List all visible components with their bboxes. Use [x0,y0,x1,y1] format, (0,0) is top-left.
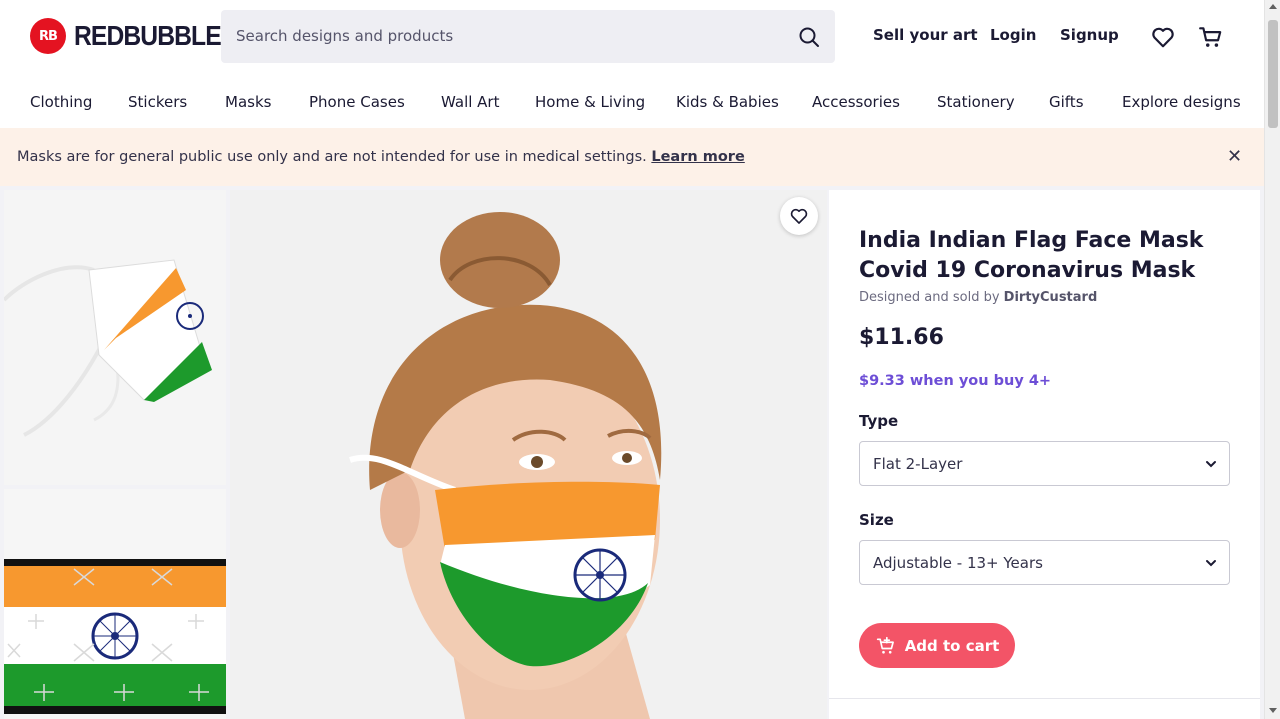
learn-more-link[interactable]: Learn more [651,149,744,165]
nav-item-explore-designs[interactable]: Explore designs [1122,93,1241,111]
search-bar[interactable]: Search designs and products [221,10,835,63]
type-select-value: Flat 2-Layer [873,455,963,473]
signup-link[interactable]: Signup [1060,26,1119,44]
product-title: India Indian Flag Face Mask Covid 19 Cor… [859,228,1204,283]
logo-text: REDBUBBLE [74,20,222,51]
nav-item-gifts[interactable]: Gifts [1049,93,1084,111]
size-select[interactable]: Adjustable - 13+ Years [859,540,1230,585]
artist-byline: Designed and sold by DirtyCustard [859,290,1097,305]
add-to-cart-button[interactable]: Add to cart [859,623,1015,668]
notice-text: Masks are for general public use only an… [17,149,745,165]
cart-icon[interactable] [1198,24,1224,50]
category-nav: Clothing Stickers Masks Phone Cases Wall… [0,86,1264,118]
heart-icon [790,208,808,224]
byline-prefix: Designed and sold by [859,290,1000,305]
notice-message: Masks are for general public use only an… [17,149,647,165]
chevron-down-icon [1206,560,1216,567]
add-to-cart-label: Add to cart [904,636,1000,655]
product-details-panel: India Indian Flag Face Mask Covid 19 Cor… [829,190,1260,719]
login-link[interactable]: Login [990,26,1036,44]
product-thumbnail-1[interactable] [4,190,226,485]
nav-item-kids-babies[interactable]: Kids & Babies [676,93,779,111]
heart-icon[interactable] [1150,24,1176,50]
size-label: Size [859,511,894,529]
nav-item-wall-art[interactable]: Wall Art [441,93,499,111]
mask-notice-banner: Masks are for general public use only an… [0,128,1264,186]
search-input[interactable]: Search designs and products [236,27,453,45]
scrollbar-thumb[interactable] [1268,20,1278,128]
type-label: Type [859,412,899,430]
scroll-up-arrow-icon[interactable] [1269,4,1277,9]
nav-item-masks[interactable]: Masks [225,93,271,111]
model-wearing-mask-image [349,212,662,719]
nav-item-clothing[interactable]: Clothing [30,93,92,111]
logo-badge: RB [30,18,66,54]
size-select-value: Adjustable - 13+ Years [873,554,1043,572]
scroll-down-arrow-icon[interactable] [1269,708,1277,713]
artist-link[interactable]: DirtyCustard [1004,290,1098,305]
nav-item-stationery[interactable]: Stationery [937,93,1015,111]
sell-your-art-link[interactable]: Sell your art [873,26,978,44]
product-thumbnail-2[interactable] [4,489,226,719]
redbubble-logo[interactable]: RB REDBUBBLE [30,18,241,54]
type-select[interactable]: Flat 2-Layer [859,441,1230,486]
search-icon[interactable] [797,25,821,49]
nav-item-accessories[interactable]: Accessories [812,93,900,111]
nav-item-stickers[interactable]: Stickers [128,93,187,111]
favorite-button[interactable] [780,197,818,235]
nav-item-home-living[interactable]: Home & Living [535,93,645,111]
product-price: $11.66 [859,325,944,350]
main-product-image[interactable] [230,190,827,719]
cart-plus-icon [876,636,894,654]
flag-pattern-image [4,559,226,714]
close-icon[interactable]: ✕ [1227,146,1242,167]
mask-side-image [4,259,212,437]
chevron-down-icon [1206,461,1216,468]
nav-item-phone-cases[interactable]: Phone Cases [309,93,405,111]
bulk-discount-price: $9.33 when you buy 4+ [859,373,1052,389]
site-header: RB REDBUBBLE Search designs and products… [0,0,1264,128]
page-scrollbar[interactable] [1264,0,1280,719]
divider [829,698,1260,699]
